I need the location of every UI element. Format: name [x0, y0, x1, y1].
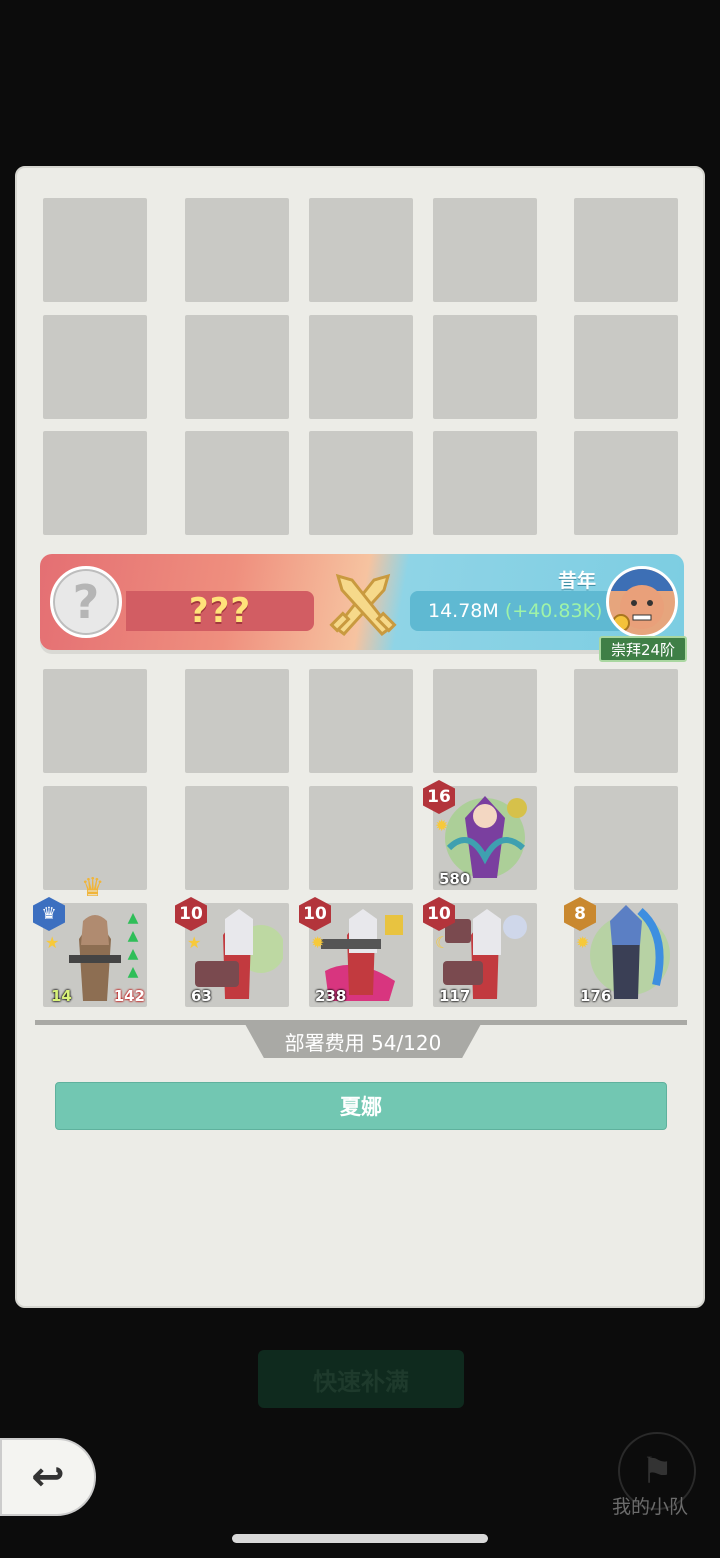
sun-icon: ✹: [576, 933, 590, 952]
formation-slot[interactable]: [43, 198, 147, 302]
back-arrow-icon: ↩: [31, 1454, 65, 1500]
star-icon: ★: [45, 933, 60, 952]
player-power: 14.78M (+40.83K): [410, 591, 620, 631]
formation-slot[interactable]: [574, 315, 678, 419]
unit-card[interactable]: 16 ✹ 580: [423, 780, 537, 890]
unit-power: 117: [439, 987, 471, 1005]
rank-badge: 崇拜24阶: [599, 636, 687, 662]
player-avatar[interactable]: [606, 566, 678, 638]
crossed-swords-icon: [329, 573, 397, 637]
back-button[interactable]: ↩: [0, 1438, 96, 1516]
player-power-gain: (+40.83K): [504, 600, 603, 622]
unit-power: 176: [580, 987, 612, 1005]
sun-icon: ✹: [435, 816, 449, 835]
formation-slot[interactable]: [185, 431, 289, 535]
unit-power: 580: [439, 870, 471, 888]
unit-power-left: 14: [51, 987, 72, 1005]
unit-card[interactable]: 8 ✹ 176: [564, 897, 678, 1007]
formation-slot[interactable]: [185, 669, 289, 773]
formation-slot[interactable]: [309, 786, 413, 890]
unit-card-leader[interactable]: ♛ ♛ ★ ▲ ▲ ▲ ▲ 14 142: [33, 875, 147, 1007]
upgrade-arrows-icon: ▲ ▲ ▲ ▲: [127, 910, 139, 980]
star-icon: ★: [187, 933, 202, 952]
formation-slot[interactable]: [309, 315, 413, 419]
unit-card[interactable]: 10 ✹ 238: [299, 897, 413, 1007]
home-indicator[interactable]: [232, 1534, 488, 1543]
question-mark-icon: ?: [50, 566, 122, 638]
sun-icon: ✹: [311, 933, 325, 952]
avatar-face-icon: [609, 569, 675, 632]
crown-icon: ♛: [81, 873, 105, 903]
versus-banner: ? ??? 14.78M (+40.83K) 昔年: [40, 554, 684, 650]
formation-slot[interactable]: [433, 669, 537, 773]
formation-slot[interactable]: [433, 198, 537, 302]
formation-slot[interactable]: [43, 669, 147, 773]
formation-slot[interactable]: [43, 315, 147, 419]
moon-icon: ☾: [435, 933, 450, 952]
formation-slot[interactable]: [574, 786, 678, 890]
formation-slot[interactable]: [185, 786, 289, 890]
formation-slot[interactable]: [574, 669, 678, 773]
formation-slot[interactable]: [185, 198, 289, 302]
formation-slot[interactable]: [309, 669, 413, 773]
unit-power: 63: [191, 987, 212, 1005]
formation-slot[interactable]: [309, 431, 413, 535]
formation-slot[interactable]: [433, 315, 537, 419]
team-name-button[interactable]: 夏娜: [55, 1082, 667, 1130]
player-power-value: 14.78M: [428, 600, 499, 622]
formation-slot[interactable]: [309, 198, 413, 302]
formation-slot[interactable]: [185, 315, 289, 419]
formation-slot[interactable]: [574, 431, 678, 535]
unit-card[interactable]: 10 ☾ 117: [423, 897, 537, 1007]
player-name: 昔年: [558, 570, 597, 592]
quick-fill-button: 快速补满: [258, 1350, 464, 1408]
formation-slot[interactable]: [574, 198, 678, 302]
deploy-cost: 部署费用 54/120: [245, 1024, 481, 1058]
unit-power: 238: [315, 987, 347, 1005]
formation-slot[interactable]: [43, 431, 147, 535]
formation-slot[interactable]: [433, 431, 537, 535]
formation-panel: ? ??? 14.78M (+40.83K) 昔年 崇拜24阶 16 ✹ 580…: [15, 166, 705, 1308]
unit-power-right: 142: [113, 987, 145, 1005]
opponent-power: ???: [126, 591, 314, 631]
unit-card[interactable]: 10 ★ 63: [175, 897, 289, 1007]
my-team-label: 我的小队: [612, 1496, 689, 1518]
